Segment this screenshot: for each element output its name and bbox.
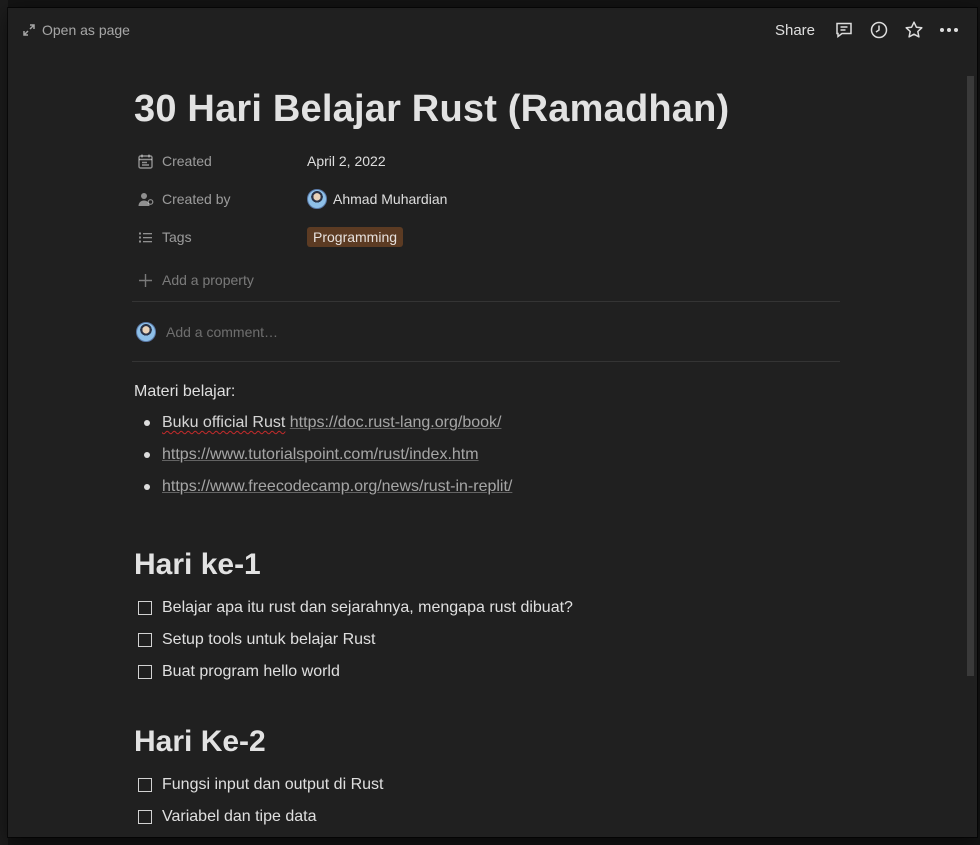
comment-icon bbox=[835, 22, 852, 38]
todo-item[interactable]: Variabel dan tipe data bbox=[134, 804, 316, 830]
property-name: Tags bbox=[162, 229, 192, 245]
todo-text: Buat program hello world bbox=[162, 663, 340, 680]
person-icon bbox=[138, 192, 154, 206]
todo-item[interactable]: Belajar apa itu rust dan sejarahnya, men… bbox=[134, 595, 573, 621]
todo-checkbox[interactable] bbox=[138, 810, 152, 824]
bullet-dot bbox=[144, 420, 150, 426]
list-item[interactable]: Buku official Rust https://doc.rust-lang… bbox=[134, 410, 501, 436]
todo-item[interactable]: Fungsi input dan output di Rust bbox=[134, 772, 383, 798]
todo-checkbox[interactable] bbox=[138, 665, 152, 679]
todo-text: Setup tools untuk belajar Rust bbox=[162, 631, 376, 648]
property-name: Created bbox=[162, 153, 212, 169]
created-date: April 2, 2022 bbox=[307, 153, 386, 169]
todo-checkbox[interactable] bbox=[138, 633, 152, 647]
todo-text: Belajar apa itu rust dan sejarahnya, men… bbox=[162, 599, 573, 616]
link-rust-book[interactable]: https://doc.rust-lang.org/book/ bbox=[290, 414, 502, 431]
tag-programming[interactable]: Programming bbox=[307, 227, 404, 247]
bullet-dot bbox=[144, 484, 150, 490]
todo-checkbox[interactable] bbox=[138, 601, 152, 615]
page-title[interactable]: 30 Hari Belajar Rust (Ramadhan) bbox=[134, 88, 729, 131]
plus-icon bbox=[139, 273, 152, 287]
history-icon bbox=[870, 21, 887, 39]
todo-checkbox[interactable] bbox=[138, 778, 152, 792]
star-icon bbox=[904, 21, 923, 38]
share-button[interactable]: Share bbox=[775, 22, 815, 39]
history-button[interactable] bbox=[868, 20, 889, 41]
favorite-button[interactable] bbox=[903, 20, 924, 41]
avatar bbox=[136, 322, 156, 342]
creator-name: Ahmad Muhardian bbox=[333, 191, 448, 207]
avatar bbox=[307, 189, 327, 209]
scrollbar-thumb[interactable] bbox=[967, 76, 974, 676]
more-button[interactable] bbox=[938, 20, 959, 41]
list-item[interactable]: https://www.tutorialspoint.com/rust/inde… bbox=[134, 442, 479, 468]
section-heading[interactable]: Hari ke-1 bbox=[134, 548, 261, 582]
bullet-dot bbox=[144, 452, 150, 458]
peek-topbar: Open as page Share bbox=[8, 8, 977, 52]
open-as-page-button[interactable]: Open as page bbox=[22, 20, 130, 40]
divider bbox=[132, 301, 840, 302]
todo-item[interactable]: Setup tools untuk belajar Rust bbox=[134, 627, 375, 653]
comment-input[interactable]: Add a comment… bbox=[136, 320, 278, 344]
divider bbox=[132, 361, 840, 362]
add-property-label: Add a property bbox=[162, 272, 254, 288]
section-heading[interactable]: Hari Ke-2 bbox=[134, 725, 266, 759]
todo-item[interactable]: Buat program hello world bbox=[134, 659, 340, 685]
list-icon bbox=[139, 232, 152, 242]
bullet-text: Buku official Rust bbox=[162, 414, 286, 431]
todo-text: Fungsi input dan output di Rust bbox=[162, 776, 384, 793]
property-tags[interactable]: Tags Programming bbox=[134, 220, 840, 254]
property-created-by[interactable]: Created by Ahmad Muhardian bbox=[134, 182, 840, 216]
open-as-page-label: Open as page bbox=[42, 22, 130, 38]
calendar-icon bbox=[138, 154, 153, 169]
comment-placeholder: Add a comment… bbox=[166, 324, 279, 340]
add-property-button[interactable]: Add a property bbox=[134, 267, 840, 293]
link-tutorialspoint[interactable]: https://www.tutorialspoint.com/rust/inde… bbox=[162, 446, 479, 464]
property-name: Created by bbox=[162, 191, 231, 207]
background-page-edge bbox=[0, 0, 8, 845]
page-peek-panel: Open as page Share 30 Hari Belajar Rust … bbox=[8, 8, 977, 837]
intro-text[interactable]: Materi belajar: bbox=[134, 383, 235, 401]
todo-text: Variabel dan tipe data bbox=[162, 808, 317, 825]
list-item[interactable]: https://www.freecodecamp.org/news/rust-i… bbox=[134, 474, 512, 500]
property-created[interactable]: Created April 2, 2022 bbox=[134, 144, 840, 178]
link-freecodecamp[interactable]: https://www.freecodecamp.org/news/rust-i… bbox=[162, 478, 512, 496]
expand-icon bbox=[23, 24, 35, 36]
more-icon bbox=[939, 28, 958, 32]
comments-button[interactable] bbox=[833, 20, 854, 41]
